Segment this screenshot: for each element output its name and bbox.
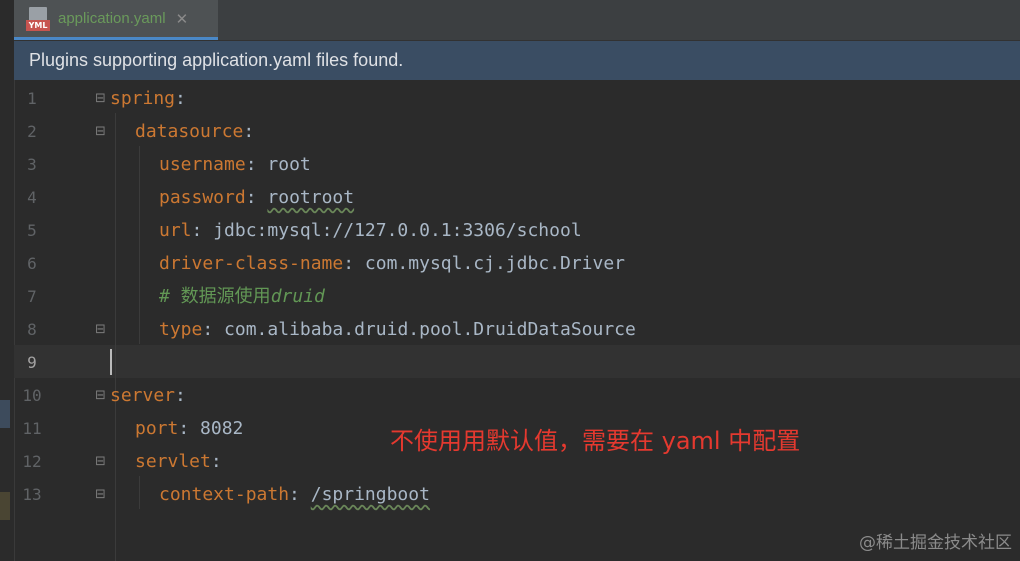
plugins-notification-banner[interactable]: Plugins supporting application.yaml file… xyxy=(14,41,1020,80)
line-number: 5 xyxy=(27,221,37,240)
code-line[interactable]: 3 username: root xyxy=(14,148,1020,181)
yml-file-icon: YML xyxy=(26,6,50,31)
code-line[interactable]: 10 ⊟ server: xyxy=(14,379,1020,412)
line-number: 3 xyxy=(27,155,37,174)
yaml-key: servlet xyxy=(135,451,211,472)
red-annotation-text: 不使用用默认值，需要在 yaml 中配置 xyxy=(390,427,801,455)
left-tool-strip xyxy=(0,0,15,561)
fold-start-icon[interactable]: ⊟ xyxy=(95,125,107,139)
line-number: 11 xyxy=(22,419,42,438)
code-line-current[interactable]: 9 xyxy=(14,346,1020,379)
code-line[interactable]: 6 driver-class-name: com.mysql.cj.jdbc.D… xyxy=(14,247,1020,280)
line-number: 13 xyxy=(22,485,42,504)
tab-label: application.yaml xyxy=(58,10,166,27)
yaml-value: 8082 xyxy=(200,418,244,439)
line-number: 10 xyxy=(22,386,42,405)
yaml-key: port xyxy=(135,418,179,439)
yaml-key: spring xyxy=(110,88,176,109)
line-number: 7 xyxy=(27,287,37,306)
yaml-key: datasource xyxy=(135,121,244,142)
line-number: 4 xyxy=(27,188,37,207)
yaml-value: com.alibaba.druid.pool.DruidDataSource xyxy=(224,319,636,340)
tab-application-yaml[interactable]: YML application.yaml ✕ xyxy=(14,0,218,40)
watermark: @稀土掘金技术社区 xyxy=(859,533,1012,553)
yaml-value-spellcheck: /springboot xyxy=(310,484,430,505)
line-number: 8 xyxy=(27,320,37,339)
fold-end-icon[interactable]: ⊟ xyxy=(95,488,107,502)
code-editor[interactable]: 1 ⊟ spring: 2 ⊟ datasource: 3 username: … xyxy=(14,80,1020,561)
yaml-value: com.mysql.cj.jdbc.Driver xyxy=(364,253,626,274)
fold-start-icon[interactable]: ⊟ xyxy=(95,455,107,469)
line-number: 6 xyxy=(27,254,37,273)
yaml-key: url xyxy=(159,220,192,241)
editor-tab-bar: YML application.yaml ✕ xyxy=(14,0,1020,41)
fold-start-icon[interactable]: ⊟ xyxy=(95,92,107,106)
yaml-comment-italic: druid xyxy=(270,286,325,307)
line-number: 12 xyxy=(22,452,42,471)
code-line[interactable]: 4 password: rootroot xyxy=(14,181,1020,214)
yaml-key: password xyxy=(159,187,246,208)
line-number: 9 xyxy=(27,353,37,372)
yaml-value: jdbc:mysql://127.0.0.1:3306/school xyxy=(213,220,582,241)
yaml-value: root xyxy=(267,154,311,175)
yml-badge: YML xyxy=(26,19,50,31)
tool-strip-marker[interactable] xyxy=(0,492,10,520)
text-caret xyxy=(110,349,112,375)
line-number: 1 xyxy=(27,89,37,108)
line-number: 2 xyxy=(27,122,37,141)
yaml-key: context-path xyxy=(159,484,290,505)
code-line[interactable]: 8 ⊟ type: com.alibaba.druid.pool.DruidDa… xyxy=(14,313,1020,346)
fold-end-icon[interactable]: ⊟ xyxy=(95,323,107,337)
yaml-key: type xyxy=(159,319,203,340)
tool-strip-marker[interactable] xyxy=(0,400,10,428)
yaml-key: driver-class-name xyxy=(159,253,344,274)
code-line[interactable]: 1 ⊟ spring: xyxy=(14,82,1020,115)
yaml-key: username xyxy=(159,154,246,175)
code-line[interactable]: 13 ⊟ context-path: /springboot xyxy=(14,478,1020,511)
code-line[interactable]: 2 ⊟ datasource: xyxy=(14,115,1020,148)
yaml-comment: # 数据源使用 xyxy=(159,286,271,307)
yaml-key: server xyxy=(110,385,176,406)
code-line[interactable]: 7 # 数据源使用druid xyxy=(14,280,1020,313)
close-icon[interactable]: ✕ xyxy=(176,10,189,28)
code-line[interactable]: 5 url: jdbc:mysql://127.0.0.1:3306/schoo… xyxy=(14,214,1020,247)
yaml-value-spellcheck: rootroot xyxy=(267,187,355,208)
fold-start-icon[interactable]: ⊟ xyxy=(95,389,107,403)
